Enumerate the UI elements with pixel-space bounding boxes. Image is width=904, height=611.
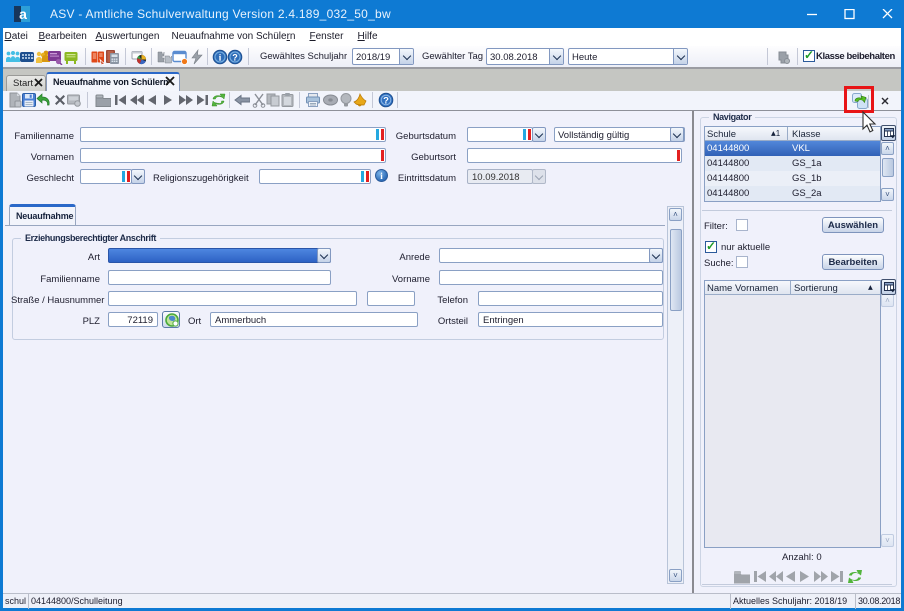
svg-text:a: a xyxy=(19,6,27,22)
svg-text:?: ? xyxy=(232,53,238,63)
svg-text:?: ? xyxy=(383,96,389,107)
